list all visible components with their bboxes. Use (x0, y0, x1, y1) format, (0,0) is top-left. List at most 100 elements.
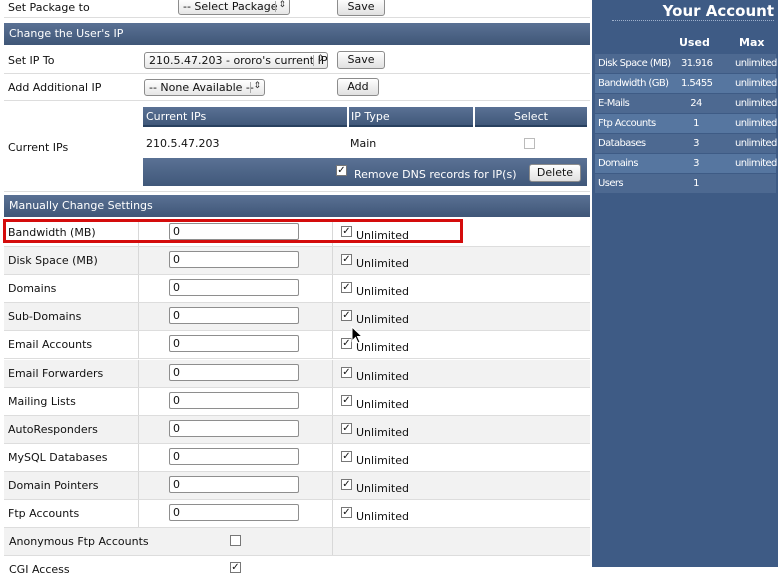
stat-max: unlimited (735, 98, 777, 109)
col-divider (473, 107, 475, 127)
unlimited-checkbox[interactable]: ✓ (341, 310, 352, 322)
row-divider (332, 331, 333, 359)
stat-name: Users (598, 178, 624, 189)
setting-label: Disk Space (MB) (8, 254, 98, 268)
anon-ftp-checkbox[interactable] (230, 535, 241, 546)
delete-ip-button[interactable]: Delete (529, 164, 581, 182)
unlimited-checkbox[interactable]: ✓ (341, 422, 352, 434)
add-ip-label: Add Additional IP (8, 81, 102, 94)
sidebar-stat-row: Users 1 (595, 174, 776, 193)
unlimited-label: Unlimited (356, 341, 409, 355)
unlimited-checkbox[interactable]: ✓ (341, 254, 352, 266)
sidebar-stat-row: Bandwidth (GB) 1.5455 unlimited (595, 74, 777, 93)
row-divider (332, 247, 333, 275)
setting-input[interactable]: 0 (169, 307, 299, 325)
setting-input[interactable]: 0 (169, 504, 299, 521)
unlimited-label: Unlimited (356, 397, 409, 411)
ip-type-cell: Main (350, 137, 377, 150)
row-divider (332, 471, 333, 499)
ip-select-checkbox[interactable] (524, 138, 535, 149)
setting-input[interactable]: 0 (169, 363, 299, 381)
unlimited-label: Unlimited (356, 285, 409, 299)
remove-dns-checkbox[interactable]: ✓ (336, 165, 347, 176)
setting-input[interactable]: 0 (169, 475, 299, 493)
stat-max: unlimited (735, 118, 777, 129)
manual-section-header: Manually Change Settings (4, 195, 590, 217)
row-divider (332, 359, 333, 387)
unlimited-checkbox[interactable]: ✓ (341, 478, 352, 490)
select-separator (313, 55, 314, 66)
row-divider (138, 443, 139, 471)
row-divider (138, 387, 139, 415)
remove-dns-label: Remove DNS records for IP(s) (354, 168, 517, 181)
sidebar-stat-row: Databases 3 unlimited (595, 134, 777, 153)
stat-max: unlimited (735, 158, 777, 169)
col-select: Select (514, 110, 548, 123)
main-panel: Set Package to -- Select Package ⇕ Save … (0, 0, 592, 576)
package-row: Set Package to (4, 0, 590, 18)
updown-icon: ⇕ (278, 0, 286, 10)
unlimited-checkbox[interactable]: ✓ (341, 282, 352, 294)
updown-icon: ⇕ (253, 81, 261, 91)
add-ip-select-value: -- None Available -- (149, 81, 254, 94)
setting-input[interactable]: 0 (169, 279, 299, 297)
unlimited-checkbox[interactable]: ✓ (341, 507, 352, 518)
stat-used: 3 (693, 138, 699, 149)
set-ip-select-value: 210.5.47.203 - ororo's current IP (149, 54, 328, 67)
add-ip-button[interactable]: Add (337, 78, 379, 96)
set-ip-save-button[interactable]: Save (337, 51, 385, 69)
row-divider (138, 331, 139, 359)
sidebar-stat-row: Domains 3 unlimited (595, 154, 777, 173)
setting-label: Email Accounts (8, 338, 93, 352)
row-divider (332, 528, 333, 555)
stat-max: unlimited (735, 138, 777, 149)
set-ip-select[interactable]: 210.5.47.203 - ororo's current IP ⇕ (144, 52, 328, 69)
col-current-ips: Current IPs (146, 110, 207, 123)
setting-label: AutoResponders (8, 422, 98, 436)
sidebar-title: Your Account (662, 2, 774, 20)
setting-input[interactable]: 0 (169, 335, 299, 353)
row-divider (138, 303, 139, 331)
setting-input[interactable]: 0 (169, 391, 299, 409)
package-label: Set Package to (8, 1, 90, 14)
cgi-label: CGI Access (9, 563, 70, 576)
row-divider (138, 415, 139, 443)
setting-input[interactable]: 0 (169, 419, 299, 437)
stat-name: Bandwidth (GB) (598, 78, 669, 89)
stat-used: 1 (693, 118, 699, 129)
setting-input[interactable]: 0 (169, 251, 299, 269)
stat-name: Databases (598, 138, 646, 149)
unlimited-checkbox[interactable]: ✓ (341, 450, 352, 462)
unlimited-label: Unlimited (356, 369, 409, 383)
unlimited-checkbox[interactable]: ✓ (341, 366, 352, 378)
sidebar-col-used: Used (679, 36, 710, 49)
col-ip-type: IP Type (351, 110, 390, 123)
unlimited-label: Unlimited (356, 453, 409, 467)
sidebar-divider (612, 20, 774, 21)
row-divider (332, 303, 333, 331)
ip-cell: 210.5.47.203 (146, 137, 220, 150)
select-separator (250, 82, 251, 93)
unlimited-label: Unlimited (356, 313, 409, 327)
setting-input[interactable]: 0 (169, 447, 299, 465)
updown-icon: ⇕ (316, 54, 324, 64)
unlimited-label: Unlimited (356, 481, 409, 495)
package-save-button[interactable]: Save (337, 0, 385, 16)
package-select[interactable]: -- Select Package ⇕ (178, 0, 290, 15)
row-divider (332, 500, 333, 527)
row-divider (138, 500, 139, 527)
setting-label: MySQL Databases (8, 450, 108, 464)
unlimited-checkbox[interactable]: ✓ (341, 394, 352, 406)
row-divider (138, 247, 139, 275)
row-divider (332, 387, 333, 415)
sidebar-stat-row: E-Mails 24 unlimited (595, 94, 777, 113)
mouse-cursor-icon (351, 326, 363, 344)
add-ip-row: Add Additional IP (4, 74, 590, 101)
add-ip-select[interactable]: -- None Available -- ⇕ (144, 79, 265, 96)
sidebar-col-max: Max (739, 36, 765, 49)
unlimited-label: Unlimited (356, 510, 409, 523)
cgi-checkbox[interactable]: ✓ (230, 562, 241, 573)
stat-used: 1.5455 (681, 78, 713, 89)
account-sidebar: Your Account Used Max Disk Space (MB) 31.… (592, 0, 778, 567)
stat-used: 31.916 (681, 58, 713, 69)
